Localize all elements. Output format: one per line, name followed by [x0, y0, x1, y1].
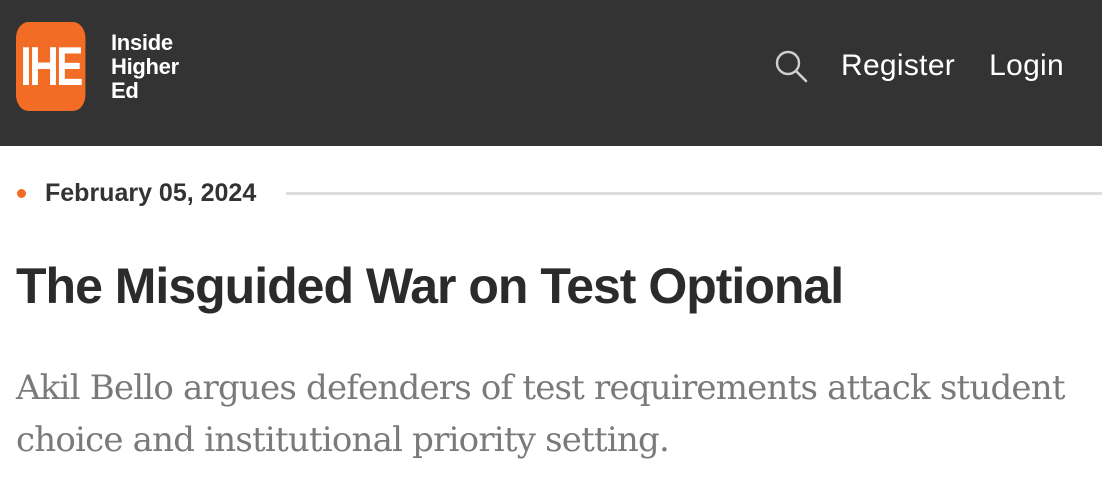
- login-link[interactable]: Login: [989, 49, 1064, 83]
- logo-word-ed: Ed: [111, 77, 139, 103]
- article-dek: Akil Bello argues defenders of test requ…: [16, 368, 1066, 460]
- logo-mark-text: IHE: [20, 36, 83, 97]
- search-button[interactable]: [771, 46, 811, 86]
- article-date: February 05, 2024: [45, 178, 257, 207]
- logo-word-inside: Inside: [111, 29, 173, 55]
- date-divider: [286, 191, 1102, 195]
- article-dateline: February 05, 2024: [16, 176, 1102, 210]
- site-logo-link[interactable]: IHE Inside Higher Ed: [16, 22, 179, 111]
- site-header: IHE Inside Higher Ed Register Login: [0, 0, 1102, 146]
- ihe-logo-mark: IHE: [16, 22, 86, 111]
- logo-wordmark: Inside Higher Ed: [111, 29, 179, 103]
- article-title: The Misguided War on Test Optional: [16, 258, 844, 314]
- search-icon: [775, 50, 808, 83]
- date-dot-icon: [17, 188, 26, 198]
- logo-word-higher: Higher: [111, 53, 179, 79]
- register-link[interactable]: Register: [841, 49, 955, 83]
- header-nav: Register Login: [771, 46, 1064, 86]
